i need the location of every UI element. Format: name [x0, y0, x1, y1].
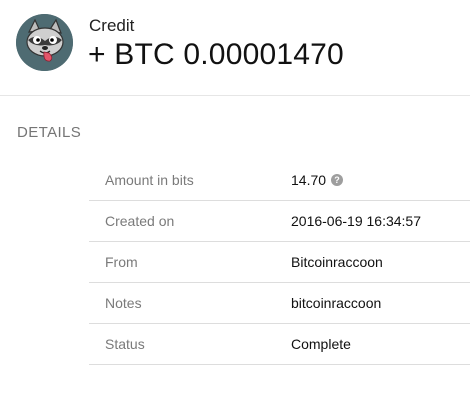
created-on-value: 2016-06-19 16:34:57 — [291, 213, 421, 229]
transaction-header: Credit + BTC 0.00001470 — [0, 0, 470, 96]
detail-value-wrapper: 14.70 ? — [291, 172, 344, 188]
detail-row-status: Status Complete — [89, 324, 470, 365]
raccoon-avatar-icon — [16, 14, 73, 71]
from-value: Bitcoinraccoon — [291, 254, 383, 270]
detail-label: Created on — [105, 213, 175, 229]
transaction-type: Credit — [89, 16, 135, 35]
detail-label: Status — [105, 336, 145, 352]
amount-bits-value: 14.70 — [291, 172, 327, 188]
transaction-amount: + BTC 0.00001470 — [88, 38, 344, 71]
detail-row-notes: Notes bitcoinraccoon — [89, 283, 470, 324]
detail-label: Notes — [105, 295, 142, 311]
info-icon[interactable]: ? — [331, 174, 344, 186]
notes-value: bitcoinraccoon — [291, 295, 382, 311]
detail-label: Amount in bits — [105, 172, 194, 188]
status-value: Complete — [291, 336, 351, 352]
detail-row-amount-bits: Amount in bits 14.70 ? — [89, 160, 470, 201]
details-table: Amount in bits 14.70 ? Created on 2016-0… — [89, 160, 470, 365]
detail-label: From — [105, 254, 138, 270]
detail-row-created-on: Created on 2016-06-19 16:34:57 — [89, 201, 470, 242]
details-heading: DETAILS — [17, 124, 82, 141]
detail-row-from: From Bitcoinraccoon — [89, 242, 470, 283]
